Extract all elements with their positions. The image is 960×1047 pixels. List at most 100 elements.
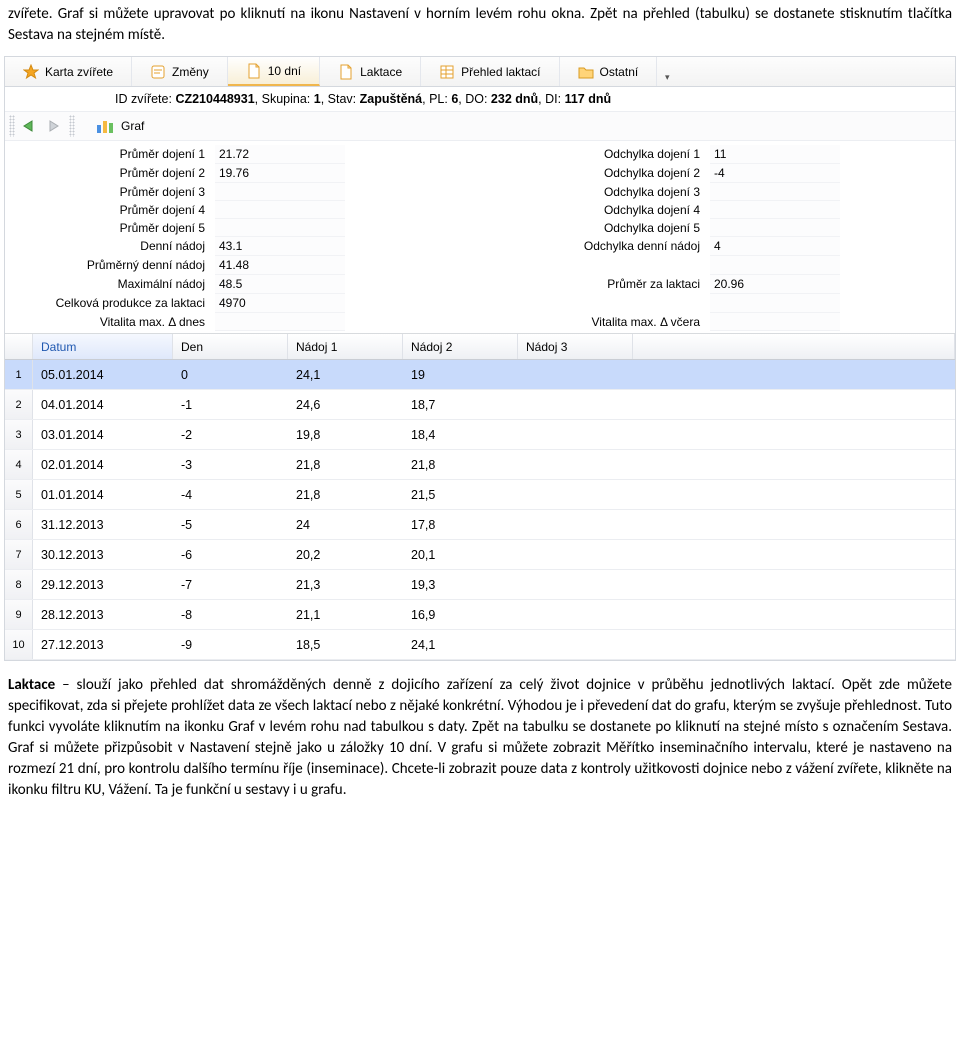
stat-label: Celková produkce za laktaci [5,294,215,313]
cell-datum: 31.12.2013 [33,518,173,532]
table-row[interactable]: 204.01.2014-124,618,7 [5,390,955,420]
tab-karta-zvířete[interactable]: Karta zvířete [5,57,132,86]
chart-icon [95,117,115,135]
table-row[interactable]: 303.01.2014-219,818,4 [5,420,955,450]
spacer [345,294,460,313]
stat-label: Průměr dojení 3 [5,183,215,201]
spacer [840,313,955,331]
cell-nadoj2: 21,5 [403,488,518,502]
stat-label: Vitalita max. Δ včera [460,313,710,331]
cell-den: 0 [173,368,288,382]
cell-den: -1 [173,398,288,412]
tab-10-dní[interactable]: 10 dní [228,57,320,86]
stat-value: 19.76 [215,164,345,183]
cell-den: -3 [173,458,288,472]
cell-datum: 03.01.2014 [33,428,173,442]
tab-laktace[interactable]: Laktace [320,57,421,86]
table-row[interactable]: 631.12.2013-52417,8 [5,510,955,540]
cell-nadoj1: 21,8 [288,458,403,472]
stat-label: Průměr dojení 1 [5,145,215,164]
table-row[interactable]: 730.12.2013-620,220,1 [5,540,955,570]
nav-next-button[interactable] [45,118,63,134]
intro-paragraph: zvířete. Graf si můžete upravovat po kli… [0,0,960,56]
cell-datum: 29.12.2013 [33,578,173,592]
spacer [345,164,460,183]
info-sep2: , Stav: [321,92,360,106]
table-row[interactable]: 1027.12.2013-918,524,1 [5,630,955,660]
spacer [840,237,955,256]
info-do: 232 dnů [491,92,538,106]
stat-value: 41.48 [215,256,345,275]
cell-den: -9 [173,638,288,652]
table-row[interactable]: 829.12.2013-721,319,3 [5,570,955,600]
tab-label: 10 dní [268,64,301,78]
table-row[interactable]: 928.12.2013-821,116,9 [5,600,955,630]
spacer [345,313,460,331]
info-id-label: ID zvířete: [115,92,175,106]
tab-přehled-laktací[interactable]: Přehled laktací [421,57,559,86]
cell-nadoj1: 19,8 [288,428,403,442]
drag-handle-icon[interactable] [9,115,15,137]
column-header[interactable]: Nádoj 3 [518,334,633,359]
spacer [840,164,955,183]
stat-label: Odchylka dojení 4 [460,201,710,219]
star-icon [23,64,39,80]
info-sep1: , Skupina: [255,92,314,106]
stat-value: -4 [710,164,840,183]
table-row[interactable]: 501.01.2014-421,821,5 [5,480,955,510]
row-header: 8 [5,570,33,599]
stat-value [710,313,840,331]
stat-label: Denní nádoj [5,237,215,256]
graf-button-label: Graf [121,119,144,133]
drag-handle-icon[interactable] [69,115,75,137]
spacer [345,201,460,219]
spacer [345,275,460,294]
stat-value: 4 [710,237,840,256]
outro-paragraph: Laktace – slouží jako přehled dat shromá… [0,661,960,811]
nav-prev-button[interactable] [21,118,39,134]
tab-label: Karta zvířete [45,65,113,79]
cell-nadoj2: 21,8 [403,458,518,472]
cell-den: -8 [173,608,288,622]
stat-value [710,183,840,201]
cell-nadoj2: 17,8 [403,518,518,532]
stat-label: Odchylka dojení 5 [460,219,710,237]
spacer [345,219,460,237]
tab-změny[interactable]: Změny [132,57,228,86]
info-sep4: , DO: [458,92,491,106]
column-header[interactable]: Den [173,334,288,359]
column-header[interactable]: Nádoj 1 [288,334,403,359]
data-table-header: DatumDenNádoj 1Nádoj 2Nádoj 3 [5,334,955,360]
spacer [345,256,460,275]
row-header: 2 [5,390,33,419]
info-sep5: , DI: [538,92,564,106]
tab-ostatní[interactable]: Ostatní [560,57,658,86]
spacer [840,256,955,275]
cell-datum: 30.12.2013 [33,548,173,562]
graf-button[interactable]: Graf [87,115,152,137]
stat-label: Odchylka dojení 1 [460,145,710,164]
row-header: 9 [5,600,33,629]
cell-den: -2 [173,428,288,442]
column-header[interactable]: Nádoj 2 [403,334,518,359]
row-header: 10 [5,630,33,659]
stat-value: 43.1 [215,237,345,256]
cell-den: -7 [173,578,288,592]
cell-den: -4 [173,488,288,502]
cell-nadoj2: 19 [403,368,518,382]
column-header[interactable] [5,334,33,359]
spacer [345,145,460,164]
spacer [840,294,955,313]
stat-value [710,294,840,313]
stat-value [710,219,840,237]
tab-label: Ostatní [600,65,639,79]
table-row[interactable]: 402.01.2014-321,821,8 [5,450,955,480]
tabs-overflow-button[interactable]: ▾ [657,57,677,86]
table-row[interactable]: 105.01.2014024,119 [5,360,955,390]
animal-info-line: ID zvířete: CZ210448931, Skupina: 1, Sta… [5,87,955,112]
spacer [345,237,460,256]
tab-label: Změny [172,65,209,79]
cell-nadoj2: 18,4 [403,428,518,442]
stat-label: Odchylka dojení 3 [460,183,710,201]
column-header[interactable]: Datum [33,334,173,359]
